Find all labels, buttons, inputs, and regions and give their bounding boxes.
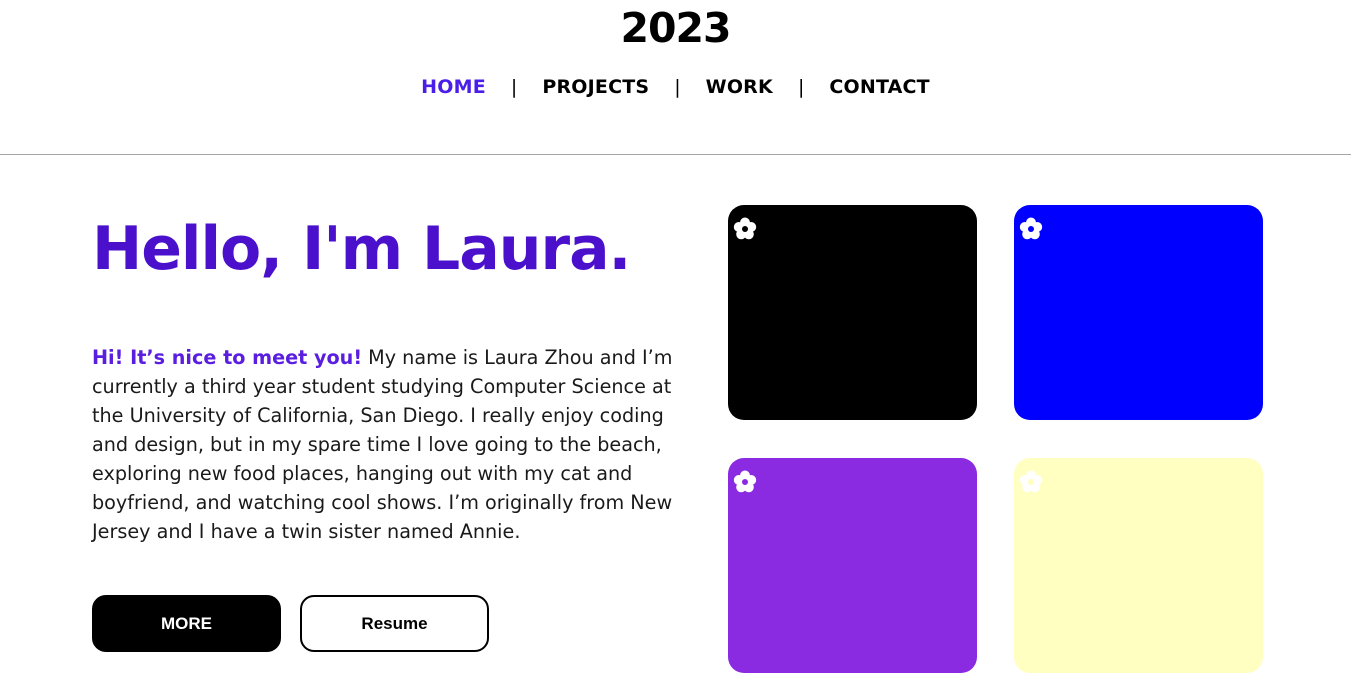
nav-item-work[interactable]: WORK	[706, 76, 773, 98]
header-divider	[0, 154, 1351, 155]
nav-item-home[interactable]: HOME	[421, 76, 486, 98]
more-button[interactable]: MORE	[92, 595, 281, 652]
nav-separator: |	[797, 76, 805, 98]
hero-title: Hello, I'm Laura.	[92, 214, 631, 284]
card-yellow[interactable]	[1014, 458, 1263, 673]
card-purple[interactable]	[728, 458, 977, 673]
nav-item-contact[interactable]: CONTACT	[829, 76, 930, 98]
intro-paragraph: Hi! It’s nice to meet you! My name is La…	[92, 343, 692, 546]
card-blue[interactable]	[1014, 205, 1263, 420]
main-nav: HOME | PROJECTS | WORK | CONTACT	[0, 76, 1351, 98]
nav-separator: |	[510, 76, 518, 98]
nav-item-projects[interactable]: PROJECTS	[542, 76, 649, 98]
flower-icon	[733, 217, 757, 240]
flower-icon	[1019, 217, 1043, 240]
page: 2023 HOME | PROJECTS | WORK | CONTACT He…	[0, 0, 1351, 676]
nav-separator: |	[674, 76, 681, 98]
flower-icon	[1019, 470, 1043, 493]
intro-lead: Hi! It’s nice to meet you!	[92, 346, 363, 369]
card-black[interactable]	[728, 205, 977, 420]
flower-icon	[733, 470, 757, 493]
resume-button[interactable]: Resume	[300, 595, 489, 652]
intro-body: My name is Laura Zhou and I’m currently …	[92, 346, 673, 543]
site-title: 2023	[620, 4, 731, 52]
